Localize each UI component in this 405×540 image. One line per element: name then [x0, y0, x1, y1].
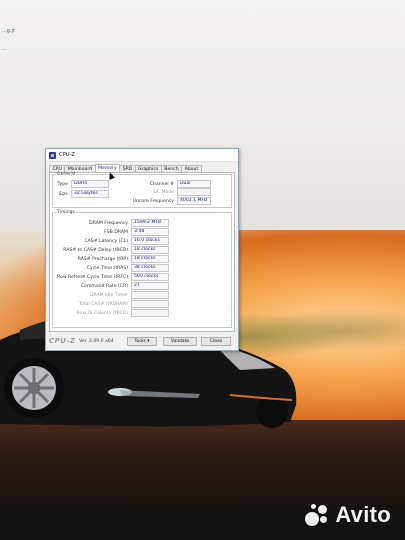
timing-value [131, 291, 169, 299]
timing-value: 18 clocks [131, 246, 169, 254]
window-titlebar[interactable]: CPU-Z [46, 149, 238, 162]
cpuz-window: CPU-Z CPU Mainboard Memory SPD Graphics … [45, 148, 239, 351]
timing-value: 3:48 [131, 228, 169, 236]
timing-value: 16.0 clocks [131, 237, 169, 245]
timing-value: 560 clocks [131, 273, 169, 281]
size-value: 32 GBytes [71, 190, 109, 198]
dc-mode-label: DC Mode [153, 189, 174, 195]
size-label: Size [58, 191, 68, 197]
timing-label: CAS# Latency (CL) [84, 238, 128, 244]
timing-label: FSB:DRAM [104, 229, 128, 235]
version-text: Ver. 2.09.0.x64 [79, 338, 114, 344]
cpuz-app-icon [49, 151, 56, 159]
timing-label: RAS# to CAS# Delay (tRCD) [63, 247, 128, 253]
timing-label: RAS# Precharge (tRP) [77, 256, 128, 262]
timing-value: 38 clocks [131, 264, 169, 272]
channel-value: Dual [177, 180, 211, 188]
desktop-icon-label[interactable]: ... [2, 46, 7, 52]
window-footer: CPU-Z Ver. 2.09.0.x64 Tools ▾ Validate C… [49, 336, 235, 346]
validate-button[interactable]: Validate [163, 336, 197, 346]
chevron-down-icon: ▾ [147, 338, 150, 344]
uncore-value: 4002.1 MHz [177, 197, 211, 205]
timing-value: 2T [131, 282, 169, 290]
general-legend: General [57, 172, 76, 177]
desktop-icon-label[interactable]: ...g.jr [2, 28, 15, 34]
timing-label: Total CAS# (tRDRAM) [79, 301, 128, 307]
timing-value [131, 309, 169, 317]
uncore-label: Uncore Frequency [132, 198, 174, 204]
timing-value [131, 300, 169, 308]
type-value: DDR4 [71, 180, 109, 188]
dc-mode-value [177, 188, 211, 196]
tools-button-label: Tools [134, 338, 146, 344]
timing-label: Command Rate (CR) [80, 283, 128, 289]
timing-label: Row Refresh Cycle Time (tRFC) [57, 274, 128, 280]
timings-legend: Timings [57, 210, 75, 215]
timing-label: Cycle Time (tRAS) [86, 265, 128, 271]
channel-label: Channel # [149, 181, 174, 187]
avito-logo-icon [305, 503, 331, 527]
timing-value: 1599.2 MHz [131, 219, 169, 227]
avito-watermark-text: Avito [335, 502, 391, 527]
memory-panel: General Type DDR4 Size 32 GBytes Channel… [49, 172, 235, 332]
timing-value: 18 clocks [131, 255, 169, 263]
close-button[interactable]: Close [201, 336, 231, 346]
window-title: CPU-Z [59, 152, 75, 158]
type-label: Type [57, 181, 68, 187]
timing-label: DRAM Idle Timer [89, 292, 128, 298]
avito-watermark: Avito [305, 502, 391, 528]
cpuz-brand: CPU-Z [49, 337, 76, 345]
timing-label: Row To Column (tRCD) [76, 310, 128, 316]
tools-button[interactable]: Tools ▾ [127, 336, 157, 346]
timing-label: DRAM Frequency [89, 220, 128, 226]
